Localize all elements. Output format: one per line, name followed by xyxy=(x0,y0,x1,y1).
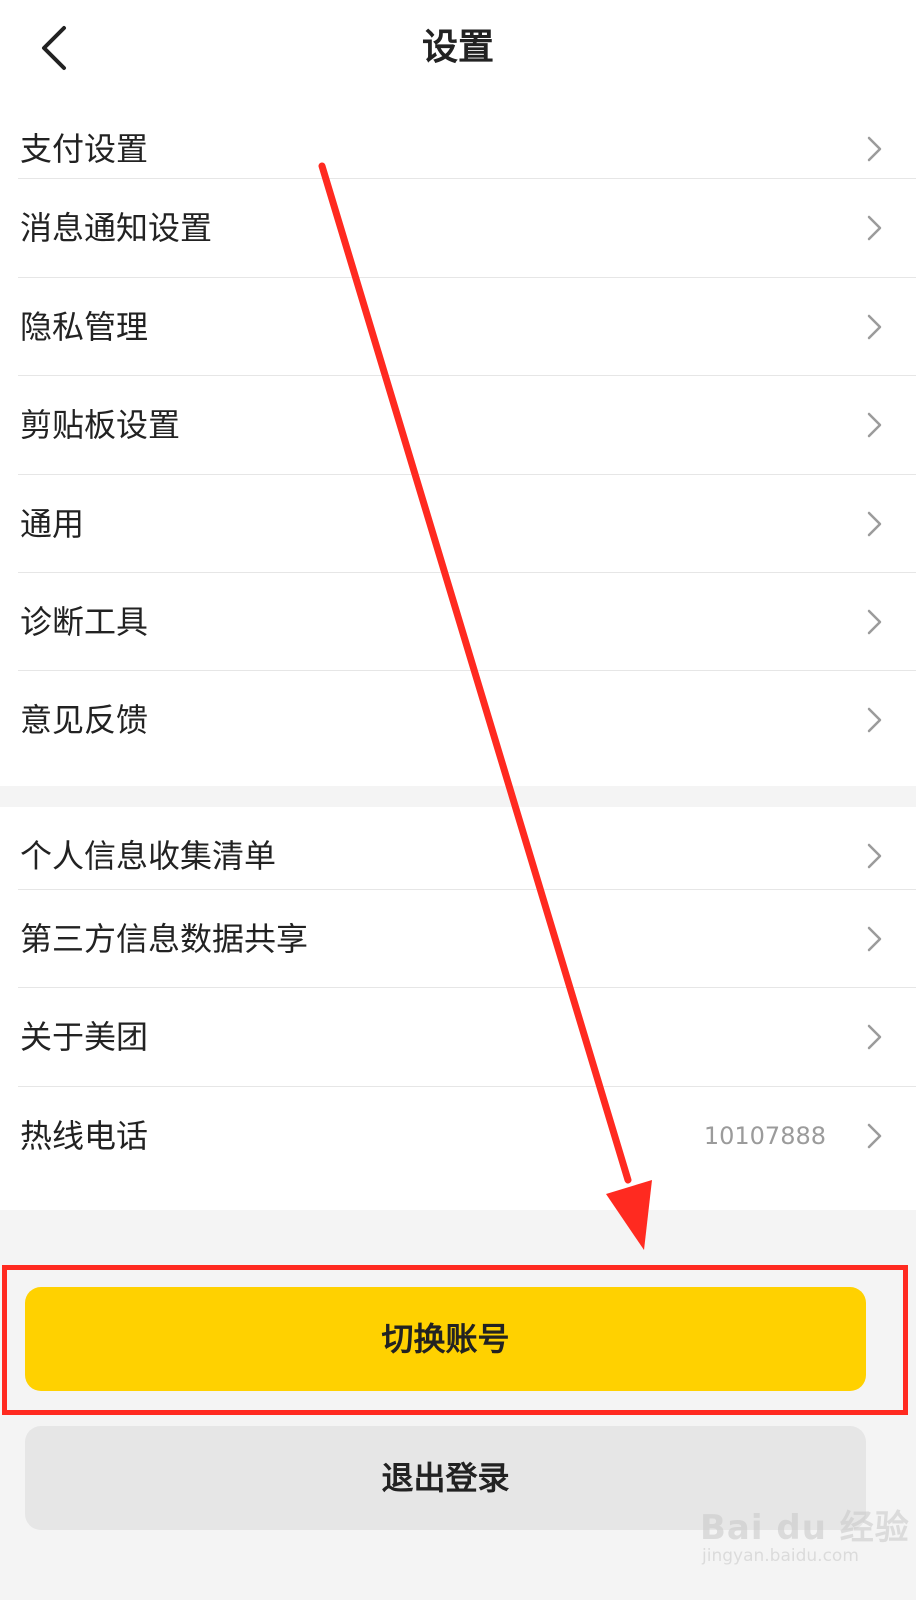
chevron-right-icon xyxy=(867,412,882,438)
menu-item-label: 诊断工具 xyxy=(20,603,149,641)
chevron-right-icon xyxy=(867,314,882,340)
chevron-right-icon xyxy=(867,136,882,162)
menu-item-label: 意见反馈 xyxy=(20,701,149,739)
menu-item-label: 关于美团 xyxy=(20,1018,149,1056)
menu-item-label: 热线电话 xyxy=(20,1117,149,1155)
chevron-right-icon xyxy=(867,926,882,952)
logout-button[interactable]: 退出登录 xyxy=(25,1426,866,1530)
watermark-url: jingyan.baidu.com xyxy=(702,1546,859,1566)
menu-item-hotline[interactable]: 热线电话 10107888 xyxy=(0,1087,916,1185)
menu-item-label: 剪贴板设置 xyxy=(20,406,181,444)
menu-item-diagnostic-tools[interactable]: 诊断工具 xyxy=(0,573,916,671)
nav-bar: 设置 xyxy=(0,0,916,100)
menu-item-feedback[interactable]: 意见反馈 xyxy=(0,671,916,769)
menu-item-about[interactable]: 关于美团 xyxy=(0,988,916,1086)
chevron-right-icon xyxy=(867,609,882,635)
chevron-right-icon xyxy=(867,707,882,733)
menu-item-label: 通用 xyxy=(20,505,85,543)
menu-item-general[interactable]: 通用 xyxy=(0,475,916,573)
settings-group-main: 支付设置 消息通知设置 隐私管理 剪贴板设置 通用 诊断工具 意见反馈 xyxy=(0,100,916,786)
chevron-right-icon xyxy=(867,1024,882,1050)
menu-item-clipboard-settings[interactable]: 剪贴板设置 xyxy=(0,376,916,474)
menu-item-label: 个人信息收集清单 xyxy=(20,837,277,875)
page-title: 设置 xyxy=(421,27,494,68)
chevron-right-icon xyxy=(867,1123,882,1149)
chevron-right-icon xyxy=(867,843,882,869)
menu-item-notification-settings[interactable]: 消息通知设置 xyxy=(0,179,916,277)
hotline-number: 10107888 xyxy=(703,1122,826,1150)
menu-item-label: 第三方信息数据共享 xyxy=(20,920,309,958)
menu-item-label: 消息通知设置 xyxy=(20,209,213,247)
menu-item-label: 支付设置 xyxy=(20,130,149,168)
settings-group-info: 个人信息收集清单 第三方信息数据共享 关于美团 热线电话 10107888 xyxy=(0,807,916,1210)
menu-item-third-party-sharing[interactable]: 第三方信息数据共享 xyxy=(0,890,916,988)
menu-item-privacy-management[interactable]: 隐私管理 xyxy=(0,278,916,376)
chevron-right-icon xyxy=(867,511,882,537)
chevron-right-icon xyxy=(867,215,882,241)
menu-item-label: 隐私管理 xyxy=(20,308,149,346)
switch-account-button[interactable]: 切换账号 xyxy=(25,1287,866,1391)
